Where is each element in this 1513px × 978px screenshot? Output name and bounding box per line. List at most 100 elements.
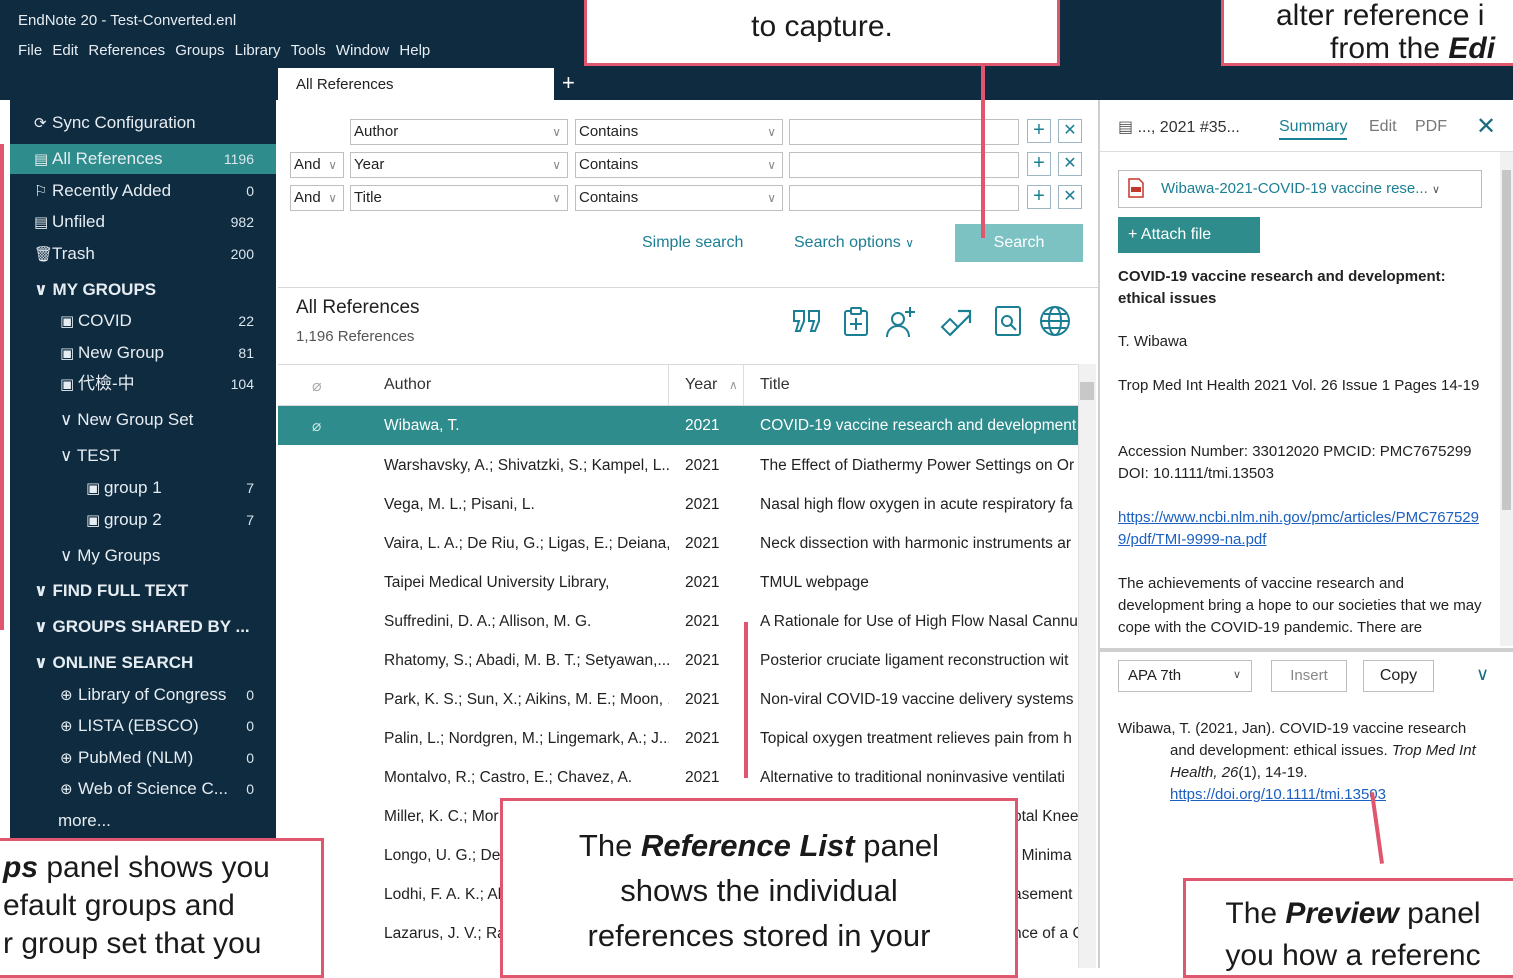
menu-references[interactable]: References	[88, 42, 165, 59]
sidebar-item-label: group 1	[104, 478, 162, 497]
search-options-dropdown[interactable]: Search options ∨	[794, 234, 914, 252]
table-row[interactable]: Warshavsky, A.; Shivatzki, S.; Kampel, L…	[278, 446, 1078, 485]
section-online-search[interactable]: ∨ ONLINE SEARCH	[10, 648, 276, 678]
remove-row-button[interactable]: ✕	[1058, 119, 1082, 143]
table-row[interactable]: Montalvo, R.; Castro, E.; Chavez, A. 2021…	[278, 758, 1078, 797]
tab-edit[interactable]: Edit	[1369, 118, 1397, 136]
chevron-down-icon: ∨	[767, 125, 776, 139]
search-operator-select-1[interactable]: Contains ∨	[575, 119, 783, 145]
quote-icon[interactable]	[789, 303, 825, 339]
insert-button[interactable]: Insert	[1271, 660, 1347, 692]
menu-groups[interactable]: Groups	[175, 42, 224, 59]
tab-pdf[interactable]: PDF	[1415, 118, 1447, 136]
sidebar-online-web-of-science[interactable]: ⊕ Web of Science C... 0	[10, 774, 276, 804]
sidebar-item-all-references[interactable]: ▤ All References 1196	[10, 144, 276, 174]
copy-button[interactable]: Copy	[1363, 660, 1434, 692]
section-my-groups[interactable]: ∨ MY GROUPS	[10, 275, 276, 305]
attachment-select[interactable]: Wibawa-2021-COVID-19 vaccine rese... ∨	[1118, 170, 1482, 208]
sidebar-item-sync-configuration[interactable]: ⟳ Sync Configuration	[10, 108, 276, 138]
citation-style-select[interactable]: APA 7th ∨	[1118, 660, 1252, 692]
sidebar-item-label: more...	[58, 811, 111, 830]
sidebar-item-recently-added[interactable]: ⚐ Recently Added 0	[10, 176, 276, 206]
export-icon[interactable]	[938, 303, 974, 339]
remove-row-button[interactable]: ✕	[1058, 185, 1082, 209]
search-field-select-3[interactable]: Title ∨	[350, 185, 568, 211]
scrollbar-thumb[interactable]	[1502, 170, 1511, 510]
menu-edit[interactable]: Edit	[52, 42, 78, 59]
section-groups-shared[interactable]: ∨ GROUPS SHARED BY ...	[10, 612, 276, 642]
reference-url-link[interactable]: https://www.ncbi.nlm.nih.gov/pmc/article…	[1118, 507, 1490, 551]
search-bool-select-2[interactable]: And ∨	[290, 152, 344, 178]
add-tab-button[interactable]: +	[562, 70, 575, 96]
sidebar-group-set-new[interactable]: ∨ New Group Set	[10, 405, 276, 435]
attach-file-button[interactable]: + Attach file	[1118, 217, 1260, 253]
preview-divider[interactable]	[1100, 648, 1513, 652]
menu-tools[interactable]: Tools	[291, 42, 326, 59]
search-field-select-1[interactable]: Author ∨	[350, 119, 568, 145]
sidebar-item-unfiled[interactable]: ▤ Unfiled 982	[10, 207, 276, 237]
close-icon[interactable]: ✕	[1476, 112, 1496, 141]
sidebar-group-new-group[interactable]: ▣ New Group 81	[10, 338, 276, 368]
attachment-column-icon[interactable]: ⌀	[312, 376, 322, 396]
share-user-icon[interactable]	[884, 303, 920, 339]
list-title: All References	[296, 297, 420, 318]
search-bool-select-3[interactable]: And ∨	[290, 185, 344, 211]
menu-library[interactable]: Library	[235, 42, 281, 59]
table-row[interactable]: Park, K. S.; Sun, X.; Aikins, M. E.; Moo…	[278, 680, 1078, 719]
section-find-full-text[interactable]: ∨ FIND FULL TEXT	[10, 576, 276, 606]
table-row[interactable]: Vega, M. L.; Pisani, L. 2021 Nasal high fl…	[278, 485, 1078, 524]
sidebar-online-lista[interactable]: ⊕ LISTA (EBSCO) 0	[10, 711, 276, 741]
table-row[interactable]: Taipei Medical University Library, 2021 TM…	[278, 563, 1078, 602]
chevron-down-icon[interactable]: ∨	[1476, 664, 1489, 685]
table-row[interactable]: Vaira, L. A.; De Riu, G.; Ligas, E.; Dei…	[278, 524, 1078, 563]
menu-window[interactable]: Window	[336, 42, 389, 59]
sidebar-online-library-of-congress[interactable]: ⊕ Library of Congress 0	[10, 680, 276, 710]
table-row[interactable]: Rhatomy, S.; Abadi, M. B. T.; Setyawan,.…	[278, 641, 1078, 680]
find-pdf-icon[interactable]	[990, 303, 1026, 339]
tab-all-references[interactable]: All References	[278, 68, 554, 100]
column-title[interactable]: Title	[760, 376, 790, 394]
select-value: Title	[354, 189, 382, 206]
search-operator-select-2[interactable]: Contains ∨	[575, 152, 783, 178]
add-row-button[interactable]: +	[1027, 119, 1051, 143]
sidebar-item-count: 200	[230, 246, 254, 262]
sidebar-group-set-my-groups[interactable]: ∨ My Groups	[10, 541, 276, 571]
sidebar-online-pubmed[interactable]: ⊕ PubMed (NLM) 0	[10, 743, 276, 773]
search-operator-select-3[interactable]: Contains ∨	[575, 185, 783, 211]
sidebar-item-label: All References	[52, 149, 163, 168]
table-row[interactable]: ⌀ Wibawa, T. 2021 COVID-19 vaccine resea…	[278, 406, 1078, 445]
sidebar-item-label: 代檢-中	[78, 374, 135, 393]
simple-search-link[interactable]: Simple search	[642, 234, 743, 252]
callout-pointer	[981, 66, 985, 238]
row-year: 2021	[685, 613, 720, 630]
scrollbar-thumb[interactable]	[1080, 382, 1094, 400]
sidebar-group-set-test[interactable]: ∨ TEST	[10, 441, 276, 471]
table-row[interactable]: Palin, L.; Nordgren, M.; Lingemark, A.; …	[278, 719, 1078, 758]
reference-list-scrollbar[interactable]	[1078, 364, 1096, 968]
sidebar-item-label: Recently Added	[52, 181, 172, 200]
sidebar-group-1[interactable]: ▣ group 1 7	[10, 473, 276, 503]
sidebar-online-more[interactable]: more...	[10, 806, 276, 836]
add-row-button[interactable]: +	[1027, 185, 1051, 209]
search-button[interactable]: Search	[955, 224, 1083, 262]
sidebar-item-trash[interactable]: 🗑Trash 200	[10, 239, 276, 269]
citation-line: Wibawa, T. (2021, Jan). COVID-19 vaccine…	[1118, 720, 1467, 737]
new-reference-icon[interactable]	[838, 303, 874, 339]
callout-top-center: to capture.	[584, 0, 1060, 66]
add-row-button[interactable]: +	[1027, 152, 1051, 176]
menu-file[interactable]: File	[18, 42, 42, 59]
remove-row-button[interactable]: ✕	[1058, 152, 1082, 176]
sidebar-group-2[interactable]: ▣ group 2 7	[10, 505, 276, 535]
table-row[interactable]: Suffredini, D. A.; Allison, M. G. 2021 A R…	[278, 602, 1078, 641]
column-year[interactable]: Year	[685, 376, 717, 394]
sidebar-group-chinese[interactable]: ▣ 代檢-中 104	[10, 369, 276, 399]
search-field-select-2[interactable]: Year ∨	[350, 152, 568, 178]
citation-doi-link[interactable]: https://doi.org/10.1111/tmi.13503	[1170, 786, 1386, 803]
tab-summary[interactable]: Summary	[1279, 118, 1348, 140]
online-search-globe-icon[interactable]	[1037, 303, 1073, 339]
sidebar-item-count: 104	[230, 376, 254, 392]
menu-help[interactable]: Help	[399, 42, 430, 59]
callout-preview: The Preview panel you how a referenc	[1183, 878, 1513, 978]
sidebar-group-covid[interactable]: ▣ COVID 22	[10, 306, 276, 336]
column-author[interactable]: Author	[384, 376, 431, 394]
